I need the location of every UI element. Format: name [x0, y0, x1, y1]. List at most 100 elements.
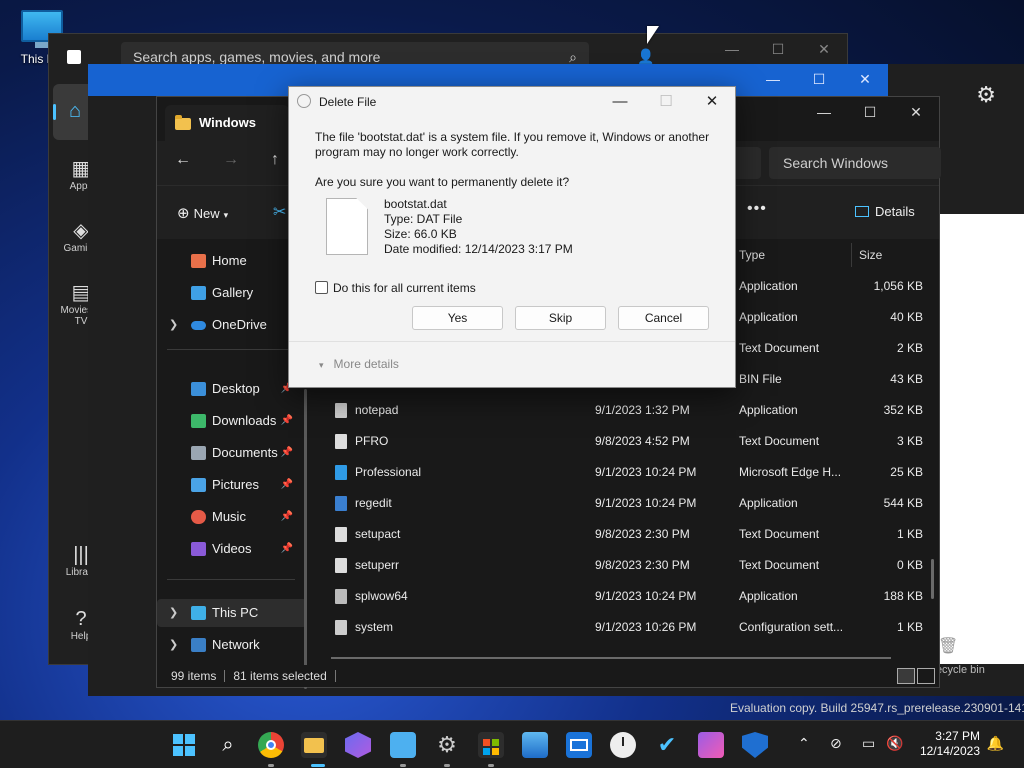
table-row[interactable]: setuperr 9/8/2023 2:30 PM Text Document 0 K… [331, 550, 925, 581]
system-clock[interactable]: 3:27 PM 12/14/2023 [920, 729, 980, 759]
up-arrow-icon[interactable]: ↑ [271, 151, 279, 169]
pin-icon: 📌 [280, 511, 293, 522]
nav-onedrive[interactable]: ❯ OneDrive [157, 311, 307, 339]
item-count: 99 items [171, 669, 217, 683]
table-row[interactable]: system 9/1/2023 10:26 PM Configuration set… [331, 612, 925, 643]
clipchamp-icon[interactable] [698, 732, 724, 758]
nav-this-pc[interactable]: ❯ This PC [157, 599, 307, 627]
display-icon[interactable]: ▭ [862, 735, 875, 752]
maximize-button[interactable]: ☐ [796, 64, 842, 96]
music-icon [191, 510, 206, 524]
clock-time: 3:27 PM [935, 729, 980, 743]
nav-home[interactable]: Home [157, 247, 307, 275]
table-row[interactable]: regedit 9/1/2023 10:24 PM Application 544 K… [331, 488, 925, 519]
file-name-cell: Professional [355, 465, 422, 479]
close-button[interactable]: ✕ [801, 34, 847, 64]
back-arrow-icon[interactable]: ← [175, 151, 191, 169]
table-row[interactable]: notepad 9/1/2023 1:32 PM Application 352 KB [331, 395, 925, 426]
more-details-toggle[interactable]: ▾ More details [319, 357, 399, 371]
photos-icon[interactable] [522, 732, 548, 758]
details-button[interactable]: Details [855, 204, 915, 219]
chrome-icon[interactable] [258, 732, 284, 758]
copilot-icon[interactable] [345, 732, 371, 758]
volume-muted-icon[interactable]: 🔇 [886, 735, 903, 752]
file-size-cell: 3 KB [896, 434, 923, 448]
horizontal-scrollbar[interactable] [331, 657, 891, 659]
file-date-cell: 9/8/2023 4:52 PM [595, 434, 690, 448]
chevron-up-icon[interactable]: ⌃ [798, 735, 810, 752]
details-view-button[interactable] [897, 668, 915, 684]
apply-all-checkbox[interactable]: Do this for all current items [315, 281, 476, 295]
home-icon: ⌂ [69, 100, 82, 122]
checkbox-box[interactable] [315, 281, 328, 294]
yes-button[interactable]: Yes [412, 306, 503, 330]
nav-desktop[interactable]: Desktop 📌 [157, 375, 307, 403]
nav-documents[interactable]: Documents 📌 [157, 439, 307, 467]
pictures-icon [191, 478, 206, 492]
file-date-cell: 9/1/2023 10:24 PM [595, 589, 697, 603]
nav-network[interactable]: ❯ Network [157, 631, 307, 659]
vertical-scrollbar[interactable] [931, 559, 934, 599]
file-explorer-icon[interactable] [301, 732, 327, 758]
nav-pictures[interactable]: Pictures 📌 [157, 471, 307, 499]
table-row[interactable]: setupact 9/8/2023 2:30 PM Text Document 1 K… [331, 519, 925, 550]
user-icon[interactable]: 👤 [637, 48, 654, 65]
file-type-cell: Application [739, 496, 798, 510]
file-type-cell: Text Document [739, 558, 820, 572]
table-row[interactable]: PFRO 9/8/2023 4:52 PM Text Document 3 KB [331, 426, 925, 457]
table-row[interactable]: splwow64 9/1/2023 10:24 PM Application 188 … [331, 581, 925, 612]
taskbar: ⌕ ⚙ ✔ ⌃ ⊘ ▭ 🔇 3:27 PM 12/14/2023 🔔 [0, 720, 1024, 768]
tiles-view-button[interactable] [917, 668, 935, 684]
table-row[interactable]: Professional 9/1/2023 10:24 PM Microsoft E… [331, 457, 925, 488]
file-type-cell: Application [739, 279, 798, 293]
clock-app-icon[interactable] [610, 732, 636, 758]
file-name-cell: setuperr [355, 558, 400, 572]
start-icon[interactable] [171, 732, 197, 758]
settings-gear-icon[interactable]: ⚙ [434, 732, 460, 758]
settings-content-panel [940, 214, 1024, 664]
minimize-button[interactable]: — [597, 87, 643, 117]
new-button[interactable]: ⊕ New ▾ [177, 204, 228, 222]
close-button[interactable]: ✕ [689, 87, 735, 117]
file-icon [335, 496, 347, 511]
search-icon[interactable]: ⌕ [215, 732, 241, 758]
mail-icon[interactable] [566, 732, 592, 758]
notepad-icon[interactable] [390, 732, 416, 758]
clock-icon [297, 94, 311, 108]
nav-videos[interactable]: Videos 📌 [157, 535, 307, 563]
column-header-type[interactable]: Type [739, 243, 765, 267]
file-type-cell: Text Document [739, 527, 820, 541]
close-button[interactable]: ✕ [893, 97, 939, 127]
nav-gallery[interactable]: Gallery [157, 279, 307, 307]
close-button[interactable]: ✕ [842, 64, 888, 96]
cancel-button[interactable]: Cancel [618, 306, 709, 330]
minimize-button[interactable]: — [750, 64, 796, 96]
cloud-icon [191, 321, 206, 330]
forward-arrow-icon[interactable]: → [223, 151, 239, 169]
file-type-cell: Text Document [739, 341, 820, 355]
maximize-button[interactable]: ☐ [847, 97, 893, 127]
nav-music[interactable]: Music 📌 [157, 503, 307, 531]
cut-icon[interactable]: ✂ [273, 202, 286, 222]
gear-icon[interactable]: ⚙ [976, 82, 996, 108]
network-disconnected-icon[interactable]: ⊘ [830, 735, 842, 752]
minimize-button[interactable]: — [709, 34, 755, 64]
minimize-button[interactable]: — [801, 97, 847, 127]
maximize-button[interactable]: ☐ [755, 34, 801, 64]
pin-icon: 📌 [280, 479, 293, 490]
chevron-down-icon: ▾ [319, 360, 324, 370]
explorer-search-input[interactable]: Search Windows [769, 147, 941, 179]
explorer-tab[interactable]: Windows [165, 105, 289, 141]
todo-icon[interactable]: ✔ [654, 732, 680, 758]
folder-icon [175, 115, 191, 130]
nav-downloads[interactable]: Downloads 📌 [157, 407, 307, 435]
store-icon[interactable] [478, 732, 504, 758]
skip-button[interactable]: Skip [515, 306, 606, 330]
more-options-button[interactable]: ••• [747, 200, 767, 218]
file-name-cell: regedit [355, 496, 392, 510]
nav-scrollbar[interactable] [304, 389, 307, 689]
notification-bell-icon[interactable]: 🔔 [987, 735, 1004, 752]
navigation-pane: Home Gallery ❯ OneDrive Desktop 📌 Download… [157, 239, 309, 689]
security-shield-icon[interactable] [742, 732, 768, 758]
column-header-size[interactable]: Size [859, 243, 882, 267]
